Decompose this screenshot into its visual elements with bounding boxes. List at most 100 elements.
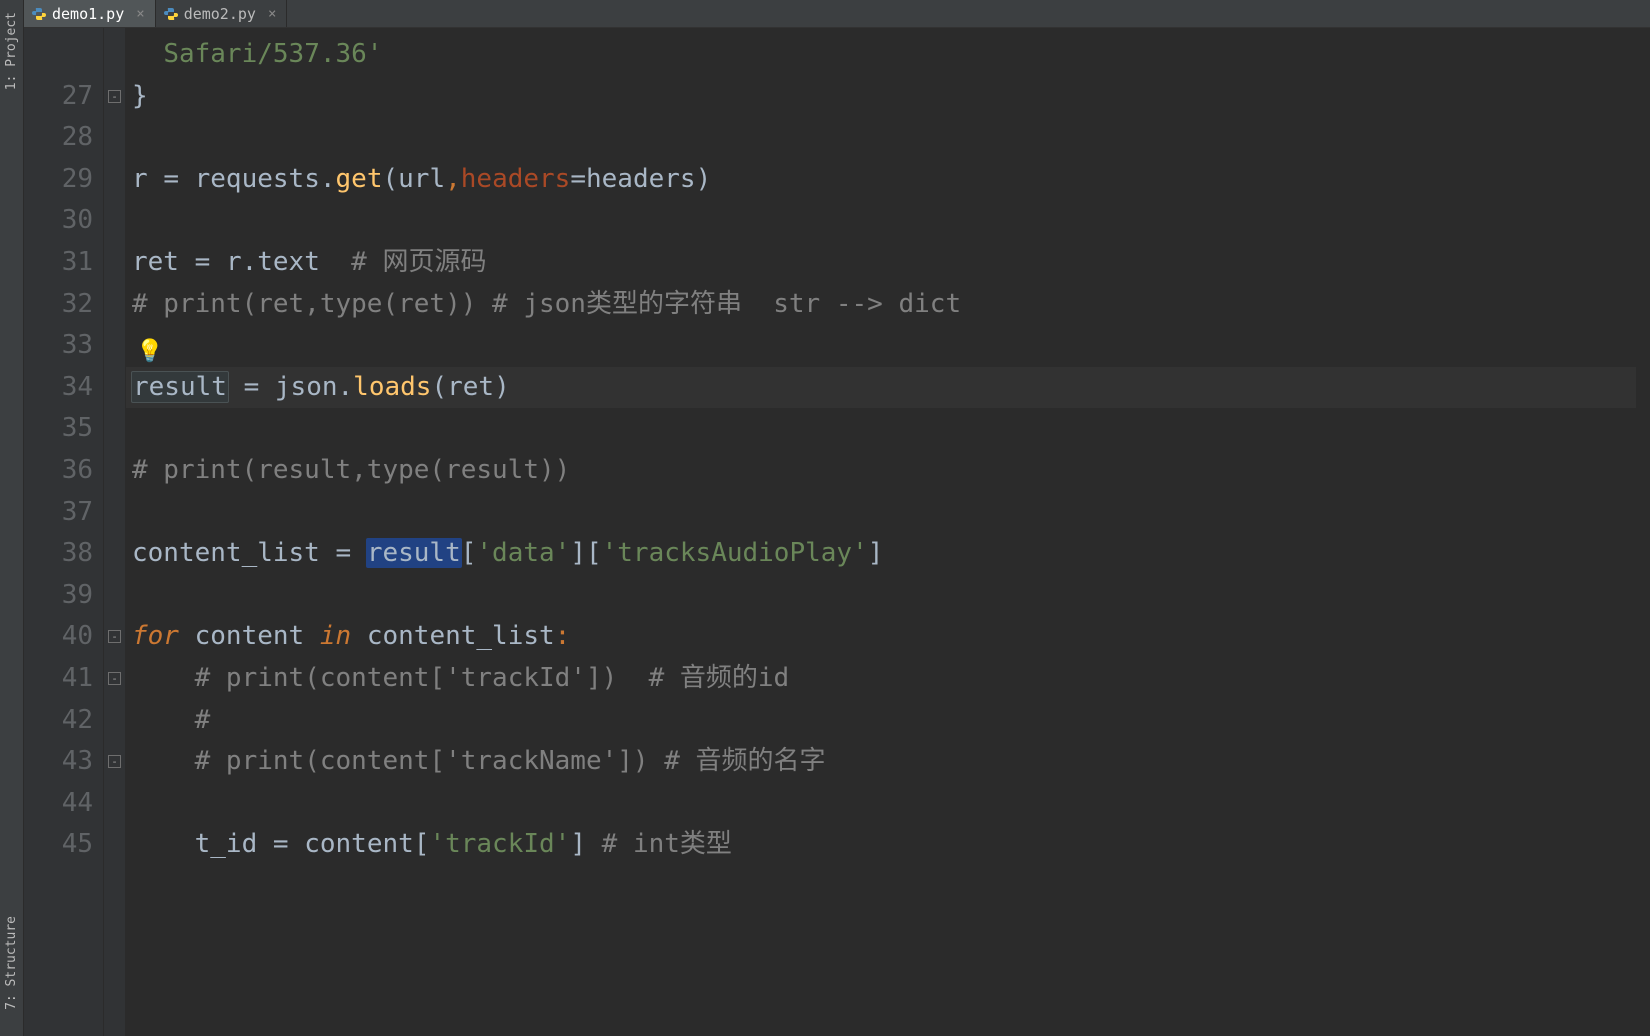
code-line[interactable] (126, 117, 1650, 159)
python-file-icon (164, 7, 178, 21)
code-line[interactable] (126, 200, 1650, 242)
code-token (132, 39, 163, 69)
line-number: 39 (24, 575, 103, 617)
code-line[interactable]: # print(content['trackId']) # 音频的id (126, 658, 1650, 700)
line-number-gutter: 27282930313233343536373839404142434445 (24, 28, 104, 1036)
code-line[interactable]: 💡 (126, 325, 1650, 367)
code-token: [ (461, 538, 477, 568)
code-line[interactable]: result = json.loads(ret) (126, 367, 1650, 409)
fold-toggle-icon[interactable]: - (108, 672, 121, 685)
fold-toggle-icon[interactable]: - (108, 90, 121, 103)
code-line[interactable]: content_list = result['data']['tracksAud… (126, 533, 1650, 575)
python-file-icon (32, 7, 46, 21)
project-tool-button[interactable]: 1: Project (4, 6, 19, 96)
code-line[interactable]: t_id = content['trackId'] # int类型 (126, 824, 1650, 866)
close-icon[interactable]: × (130, 6, 144, 22)
line-number: 32 (24, 284, 103, 326)
line-number: 29 (24, 159, 103, 201)
vertical-scrollbar[interactable] (1636, 28, 1650, 1036)
tool-window-bar: 1: Project 7: Structure (0, 0, 24, 1036)
code-token: = (273, 829, 304, 859)
code-token: for (132, 621, 195, 651)
code-token: # 网页源码 (351, 247, 486, 277)
code-token: r.text (226, 247, 351, 277)
code-token: = (336, 538, 367, 568)
code-line[interactable]: # (126, 700, 1650, 742)
code-token (132, 705, 195, 735)
line-number: 33 (24, 325, 103, 367)
fold-gutter: - - - - (104, 28, 126, 1036)
code-token: Safari/537.36' (163, 39, 382, 69)
code-line[interactable]: Safari/537.36' (126, 34, 1650, 76)
code-token: # (195, 705, 211, 735)
code-token: # int类型 (602, 829, 732, 859)
code-token (132, 663, 195, 693)
code-token: result (132, 372, 228, 402)
code-token: result (367, 538, 461, 568)
code-token: t_id (132, 829, 273, 859)
line-number: 34 (24, 367, 103, 409)
tab-label: demo1.py (52, 5, 124, 23)
code-line[interactable] (126, 408, 1650, 450)
code-line[interactable] (126, 783, 1650, 825)
code-line[interactable]: # print(content['trackName']) # 音频的名字 (126, 741, 1650, 783)
line-number: 35 (24, 408, 103, 450)
code-line[interactable]: # print(ret,type(ret)) # json类型的字符串 str … (126, 284, 1650, 326)
code-token: : (555, 621, 571, 651)
code-line[interactable] (126, 575, 1650, 617)
fold-toggle-icon[interactable]: - (108, 755, 121, 768)
code-token: content (195, 621, 320, 651)
code-token: # print(result,type(result)) (132, 455, 570, 485)
code-line[interactable] (126, 492, 1650, 534)
line-number (24, 34, 103, 76)
code-token: 'data' (476, 538, 570, 568)
code-line[interactable]: for content in content_list: (126, 616, 1650, 658)
code-token: # print(ret,type(ret)) # json类型的字符串 str … (132, 289, 961, 319)
line-number: 30 (24, 200, 103, 242)
code-token: headers) (586, 164, 711, 194)
code-token: get (336, 164, 383, 194)
line-number: 38 (24, 533, 103, 575)
code-token: # print(content['trackName']) # 音频的名字 (195, 746, 826, 776)
code-token: , (445, 164, 461, 194)
code-token: = (228, 372, 275, 402)
code-token: ( (382, 164, 398, 194)
line-number: 45 (24, 824, 103, 866)
line-number: 40 (24, 616, 103, 658)
code-token: ][ (570, 538, 601, 568)
editor-tab[interactable]: demo1.py × (24, 0, 156, 27)
code-line[interactable]: ret = r.text # 网页源码 (126, 242, 1650, 284)
code-token: 'trackId' (429, 829, 570, 859)
code-token: json. (275, 372, 353, 402)
line-number: 44 (24, 783, 103, 825)
line-number: 43 (24, 741, 103, 783)
code-token: r (132, 164, 163, 194)
code-token: content_list (132, 538, 336, 568)
editor: 27282930313233343536373839404142434445 -… (24, 28, 1650, 1036)
code-token: loads (353, 372, 431, 402)
code-token: in (320, 621, 367, 651)
code-token: = (570, 164, 586, 194)
code-token: = (195, 247, 226, 277)
line-number: 37 (24, 492, 103, 534)
structure-tool-button[interactable]: 7: Structure (4, 910, 19, 1016)
code-area[interactable]: Safari/537.36'} r = requests.get(url,head… (126, 28, 1650, 1036)
code-token: } (132, 81, 148, 111)
code-token: # print(content['trackId']) # 音频的id (195, 663, 790, 693)
line-number: 42 (24, 700, 103, 742)
code-token (132, 746, 195, 776)
code-token: content_list (367, 621, 555, 651)
code-token: . (320, 164, 336, 194)
code-line[interactable]: } (126, 76, 1650, 118)
code-token: ret (132, 247, 195, 277)
line-number: 36 (24, 450, 103, 492)
editor-tab[interactable]: demo2.py× (156, 0, 288, 27)
code-token: ] (570, 829, 601, 859)
code-token: headers (461, 164, 571, 194)
code-token: 'tracksAudioPlay' (602, 538, 868, 568)
line-number: 31 (24, 242, 103, 284)
fold-toggle-icon[interactable]: - (108, 630, 121, 643)
close-icon[interactable]: × (262, 6, 276, 22)
code-line[interactable]: # print(result,type(result)) (126, 450, 1650, 492)
code-line[interactable]: r = requests.get(url,headers=headers) (126, 159, 1650, 201)
